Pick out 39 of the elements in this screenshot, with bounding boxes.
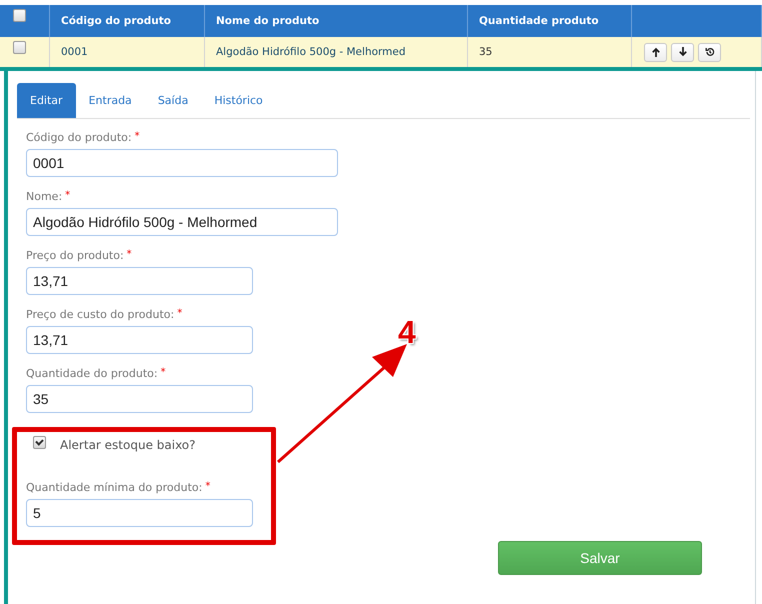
field-label: Código do produto: <box>26 131 132 144</box>
tab[interactable]: Saída <box>144 83 202 118</box>
field-label: Preço do produto: <box>26 249 124 262</box>
tab[interactable]: Editar <box>17 83 76 118</box>
history-button[interactable] <box>698 42 721 62</box>
move-up-button[interactable] <box>644 42 667 62</box>
column-header: Quantidade produto <box>479 15 599 27</box>
input-field[interactable]: Algodão Hidrófilo 500g - Melhormed <box>26 208 338 236</box>
required-mark: * <box>126 249 132 260</box>
arrow-down-icon <box>678 47 688 57</box>
input-field[interactable]: 13,71 <box>26 267 253 295</box>
select-all-checkbox[interactable] <box>13 9 26 22</box>
annotation-number: 4 <box>398 314 416 351</box>
field-label: Quantidade do produto: <box>26 367 158 380</box>
tab[interactable]: Histórico <box>201 83 276 118</box>
field-label: Preço de custo do produto: <box>26 308 174 321</box>
required-mark: * <box>205 481 210 492</box>
row-checkbox[interactable] <box>13 41 26 54</box>
input-field[interactable]: 13,71 <box>26 326 253 354</box>
input-field[interactable]: 0001 <box>26 149 338 177</box>
checkbox-label: Alertar estoque baixo? <box>60 438 196 452</box>
column-header: Nome do produto <box>216 15 320 27</box>
history-icon <box>704 47 714 57</box>
required-mark: * <box>160 367 166 378</box>
input-field[interactable]: 35 <box>26 385 253 413</box>
required-mark: * <box>177 308 182 319</box>
field-label: Quantidade mínima do produto: <box>26 481 202 494</box>
table-cell: Algodão Hidrófilo 500g - Melhormed <box>216 46 406 58</box>
move-down-button[interactable] <box>671 42 694 62</box>
arrow-up-icon <box>650 47 660 57</box>
table-cell: 35 <box>479 46 492 58</box>
field-label: Nome: <box>26 190 62 203</box>
column-header: Código do produto <box>61 15 171 27</box>
input-field[interactable]: 5 <box>26 499 253 527</box>
checkbox[interactable] <box>33 436 46 449</box>
tab[interactable]: Entrada <box>76 83 145 118</box>
required-mark: * <box>134 131 140 142</box>
table-cell: 0001 <box>61 46 88 58</box>
required-mark: * <box>65 190 70 201</box>
